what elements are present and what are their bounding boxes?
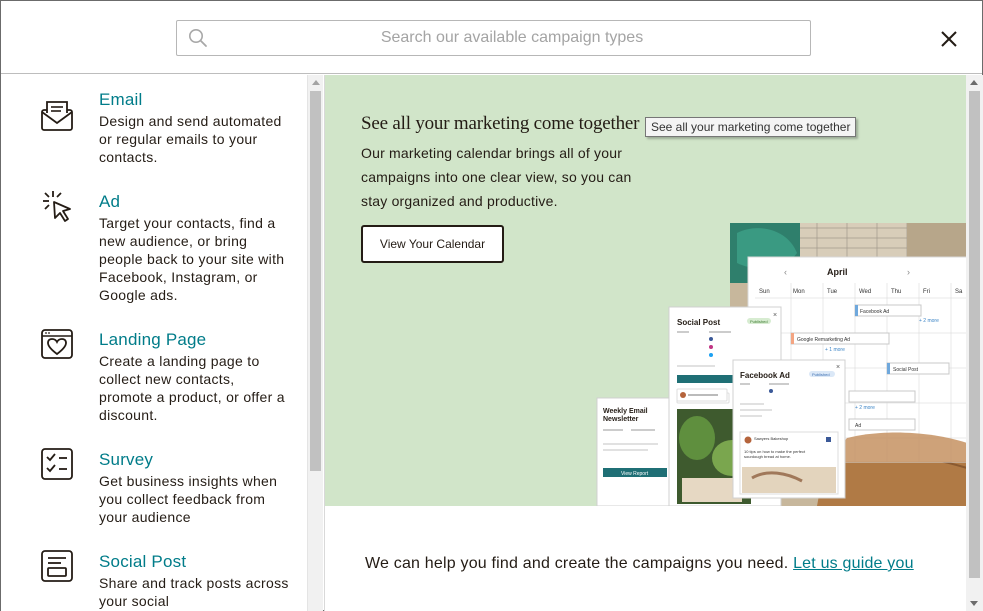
- scroll-down-arrow-icon[interactable]: [970, 601, 978, 606]
- promo-title-tooltip: See all your marketing come together: [645, 117, 857, 137]
- close-icon[interactable]: [936, 26, 962, 52]
- guide-link[interactable]: Let us guide you: [793, 555, 914, 572]
- svg-text:×: ×: [773, 312, 777, 319]
- scroll-up-arrow-icon[interactable]: [312, 80, 320, 85]
- promo-description: Our marketing calendar brings all of you…: [361, 145, 632, 209]
- feature-panel: See all your marketing come together See…: [324, 75, 966, 611]
- facebook-ad-account: Sawyers Bakeshop: [754, 436, 789, 441]
- more-link: + 1 more: [825, 347, 845, 353]
- calendar-weekday-label: Sa: [955, 289, 963, 295]
- envelope-icon: [41, 101, 73, 131]
- campaign-item-email[interactable]: Email Design and send automated or regul…: [1, 90, 301, 190]
- campaign-item-description: Target your contacts, find a new audienc…: [99, 215, 285, 303]
- checklist-icon: [41, 448, 73, 480]
- calendar-weekday-label: Sun: [759, 289, 770, 295]
- calendar-weekday-label: Tue: [827, 289, 838, 295]
- campaign-item-social-post[interactable]: Social Post Share and track posts across…: [1, 550, 301, 611]
- search-input[interactable]: [217, 21, 807, 55]
- event-facebook-ad: Facebook Ad: [860, 309, 889, 315]
- calendar-promo: See all your marketing come together See…: [325, 75, 966, 506]
- campaign-item-title: Social Post: [99, 552, 187, 571]
- search-box[interactable]: [176, 20, 811, 56]
- search-icon: [189, 29, 207, 47]
- event-ad: Ad: [855, 423, 861, 429]
- campaign-item-description: Get business insights when you collect f…: [99, 473, 278, 525]
- svg-text:‹: ‹: [784, 267, 787, 277]
- event-social-post: Social Post: [893, 367, 919, 373]
- heart-page-icon: [41, 329, 73, 359]
- svg-text:sourdough bread at home.: sourdough bread at home.: [744, 454, 791, 459]
- more-link: + 2 more: [919, 318, 939, 324]
- calendar-weekday-label: Fri: [923, 289, 930, 295]
- campaign-item-title: Survey: [99, 450, 154, 469]
- campaign-type-list: Email Design and send automated or regul…: [1, 75, 307, 611]
- svg-text:Weekly Email: Weekly Email: [603, 408, 648, 415]
- facebook-ad-card-title: Facebook Ad: [740, 371, 790, 380]
- left-scrollbar-thumb[interactable]: [310, 91, 321, 471]
- left-scrollbar[interactable]: [307, 75, 323, 611]
- svg-text:Newsletter: Newsletter: [603, 416, 639, 423]
- svg-text:×: ×: [836, 364, 840, 371]
- campaign-item-title: Landing Page: [99, 330, 207, 349]
- guide-message: We can help you find and create the camp…: [365, 555, 789, 572]
- campaign-item-description: Design and send automated or regular ema…: [99, 113, 282, 165]
- campaign-picker-dialog: Email Design and send automated or regul…: [0, 0, 983, 611]
- social-post-card-title: Social Post: [677, 318, 720, 327]
- scroll-up-arrow-icon[interactable]: [970, 80, 978, 85]
- promo-title: See all your marketing come together: [361, 113, 640, 134]
- view-calendar-button[interactable]: View Your Calendar: [361, 225, 504, 263]
- dialog-header: [1, 1, 982, 74]
- campaign-item-survey[interactable]: Survey Get business insights when you co…: [1, 448, 301, 540]
- campaign-item-description: Share and track posts across your social: [99, 575, 289, 609]
- campaign-item-title: Ad: [99, 192, 121, 211]
- cursor-click-icon: [43, 191, 71, 222]
- campaign-item-title: Email: [99, 90, 143, 109]
- event-google-ad: Google Remarketing Ad: [797, 337, 850, 343]
- campaign-item-landing-page[interactable]: Landing Page Create a landing page to co…: [1, 329, 301, 430]
- calendar-weekday-label: Mon: [793, 289, 805, 295]
- right-scrollbar-thumb[interactable]: [969, 91, 980, 578]
- right-scrollbar[interactable]: [966, 75, 983, 611]
- guide-text: We can help you find and create the camp…: [365, 555, 914, 573]
- newsletter-view-report: View Report: [621, 471, 649, 477]
- svg-text:›: ›: [907, 267, 910, 277]
- svg-text:Published: Published: [812, 372, 830, 377]
- svg-text:Published: Published: [750, 319, 768, 324]
- campaign-item-description: Create a landing page to collect new con…: [99, 353, 285, 423]
- social-post-icon: [41, 550, 73, 582]
- calendar-weekday-label: Thu: [891, 289, 901, 295]
- calendar-illustration: April ‹ › Sun Mon Tue Wed Thu Fri Sa Facebook …: [596, 223, 966, 506]
- more-link: + 2 more: [855, 405, 875, 411]
- campaign-item-ad[interactable]: Ad Target your contacts, find a new audi…: [1, 191, 301, 312]
- calendar-month-label: April: [827, 267, 848, 277]
- calendar-weekday-label: Wed: [859, 289, 871, 295]
